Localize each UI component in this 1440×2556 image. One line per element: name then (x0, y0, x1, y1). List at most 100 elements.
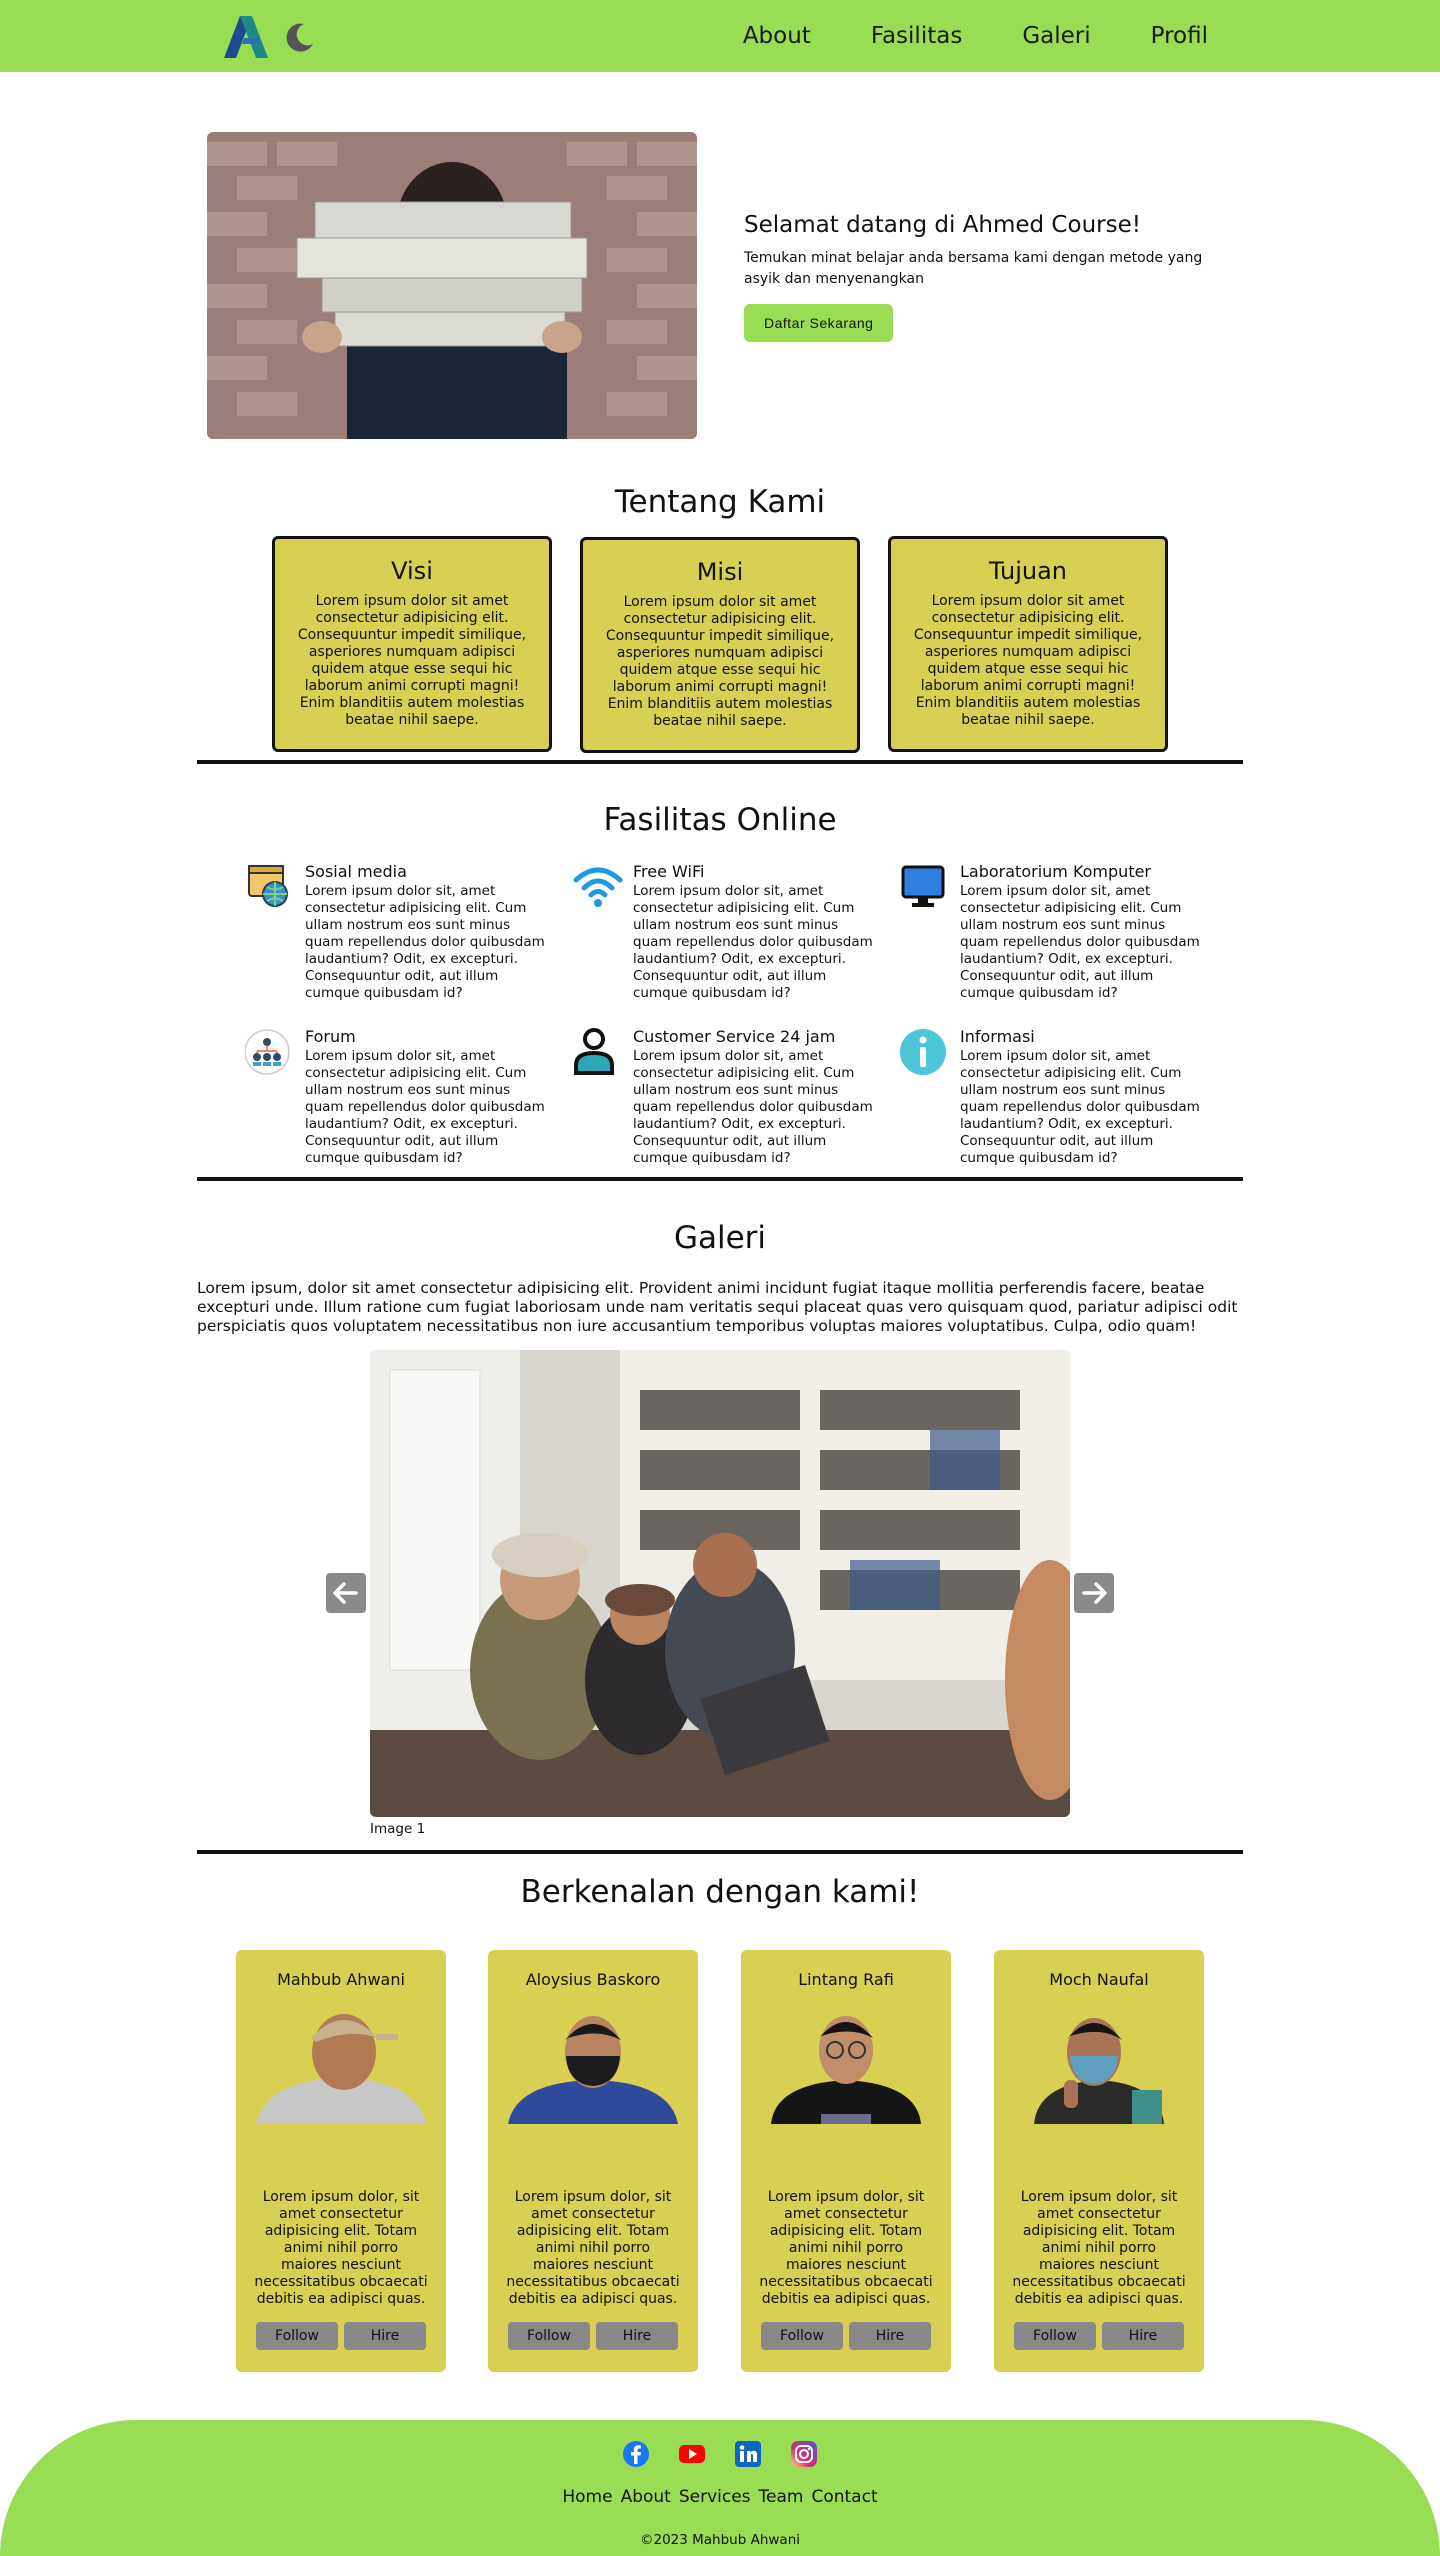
hire-button[interactable]: Hire (596, 2322, 678, 2350)
member-name: Aloysius Baskoro (525, 1970, 661, 1989)
facility-title: Laboratorium Komputer (960, 862, 1152, 881)
arrow-right-icon (1082, 1582, 1107, 1604)
hire-button[interactable]: Hire (344, 2322, 426, 2350)
footer-link-team[interactable]: Team (759, 2487, 804, 2507)
member-actions: Follow Hire (508, 2322, 678, 2350)
follow-button[interactable]: Follow (508, 2322, 590, 2350)
card-text: Lorem ipsum dolor sit amet consectetur a… (605, 594, 835, 729)
footer-link-about[interactable]: About (621, 2487, 671, 2507)
footer-links: Home About Services Team Contact (0, 2487, 1440, 2507)
prev-arrow-button[interactable] (326, 1573, 366, 1613)
footer: Home About Services Team Contact ©2023 M… (0, 2420, 1440, 2556)
hero-title: Selamat datang di Ahmed Course! (744, 212, 1141, 238)
facility-text: Lorem ipsum dolor sit, amet consectetur … (960, 883, 1200, 1001)
team-card: Lintang Rafi Lorem ipsum dolor, sit amet… (741, 1950, 951, 2372)
nav-link-about[interactable]: About (743, 23, 811, 49)
facility-text: Lorem ipsum dolor sit, amet consectetur … (633, 1048, 873, 1166)
member-name: Mahbub Ahwani (277, 1970, 405, 1989)
globe-browser-icon (248, 865, 288, 907)
card-visi: Visi Lorem ipsum dolor sit amet consecte… (272, 536, 552, 752)
facility-title: Free WiFi (633, 862, 705, 881)
page: About Fasilitas Galeri Profil Selamat da… (0, 0, 1440, 2556)
facility-title: Informasi (960, 1027, 1035, 1046)
facility-text: Lorem ipsum dolor sit, amet consectetur … (633, 883, 873, 1001)
section-divider (197, 760, 1243, 764)
social-icons (0, 2440, 1440, 2468)
linkedin-icon[interactable] (734, 2440, 762, 2468)
facility-text: Lorem ipsum dolor sit, amet consectetur … (305, 1048, 545, 1166)
member-bio: Lorem ipsum dolor, sit amet consectetur … (506, 2189, 680, 2307)
next-arrow-button[interactable] (1074, 1573, 1114, 1613)
card-title: Misi (696, 558, 744, 586)
hero-section: Selamat datang di Ahmed Course! Temukan … (0, 72, 1440, 439)
hero-description: Temukan minat belajar anda bersama kami … (744, 250, 1203, 287)
facility-title: Forum (305, 1027, 356, 1046)
team-card: Aloysius Baskoro Lorem ipsum dolor, sit … (488, 1950, 698, 2372)
arrow-left-icon (333, 1582, 358, 1604)
member-bio: Lorem ipsum dolor, sit amet consectetur … (759, 2189, 933, 2307)
register-now-button[interactable]: Daftar Sekarang (744, 304, 894, 342)
footer-link-services[interactable]: Services (679, 2487, 751, 2507)
monitor-icon (901, 865, 945, 907)
facebook-icon[interactable] (622, 2440, 650, 2468)
nav-link-profil[interactable]: Profil (1151, 23, 1208, 49)
nav-links: About Fasilitas Galeri Profil (743, 0, 1440, 72)
card-text: Lorem ipsum dolor sit amet consectetur a… (913, 593, 1143, 728)
navbar: About Fasilitas Galeri Profil (0, 0, 1440, 72)
nav-link-fasilitas[interactable]: Fasilitas (871, 23, 962, 49)
card-title: Visi (391, 557, 433, 585)
nav-link-galeri[interactable]: Galeri (1022, 23, 1090, 49)
facility-body: Forum Lorem ipsum dolor sit, amet consec… (305, 1027, 550, 1167)
member-bio: Lorem ipsum dolor, sit amet consectetur … (1012, 2189, 1186, 2307)
member-bio: Lorem ipsum dolor, sit amet consectetur … (254, 2189, 428, 2307)
about-title: Tentang Kami (614, 484, 826, 520)
user-icon (574, 1028, 614, 1075)
gallery-description: Lorem ipsum, dolor sit amet consectetur … (197, 1279, 1238, 1335)
facility-body: Sosial media Lorem ipsum dolor sit, amet… (305, 862, 550, 1002)
facility-text: Lorem ipsum dolor sit, amet consectetur … (305, 883, 545, 1001)
youtube-icon[interactable] (678, 2440, 706, 2468)
member-actions: Follow Hire (1014, 2322, 1184, 2350)
instagram-icon[interactable] (790, 2440, 818, 2468)
footer-link-home[interactable]: Home (562, 2487, 612, 2507)
member-actions: Follow Hire (761, 2322, 931, 2350)
facility-body: Customer Service 24 jam Lorem ipsum dolo… (633, 1027, 878, 1167)
member-actions: Follow Hire (256, 2322, 426, 2350)
member-name: Moch Naufal (1049, 1970, 1149, 1989)
gallery-title: Galeri (673, 1220, 767, 1256)
moon-icon[interactable] (282, 20, 316, 54)
card-tujuan: Tujuan Lorem ipsum dolor sit amet consec… (888, 536, 1168, 752)
facilities-title: Fasilitas Online (603, 802, 837, 838)
team-card: Mahbub Ahwani Lorem ipsum dolor, sit ame… (236, 1950, 446, 2372)
team-card: Moch Naufal Lorem ipsum dolor, sit amet … (994, 1950, 1204, 2372)
member-photo (771, 2016, 921, 2124)
member-photo (1034, 2018, 1164, 2124)
facility-body: Free WiFi Lorem ipsum dolor sit, amet co… (633, 862, 878, 1002)
hero-books-photo (207, 132, 697, 439)
follow-button[interactable]: Follow (256, 2322, 338, 2350)
copyright-text: ©2023 Mahbub Ahwani (639, 2532, 801, 2548)
card-title: Tujuan (988, 557, 1068, 585)
footer-link-contact[interactable]: Contact (811, 2487, 877, 2507)
team-title: Berkenalan dengan kami! (520, 1874, 920, 1910)
info-icon (900, 1029, 946, 1075)
follow-button[interactable]: Follow (761, 2322, 843, 2350)
facility-body: Informasi Lorem ipsum dolor sit, amet co… (960, 1027, 1205, 1167)
hire-button[interactable]: Hire (849, 2322, 931, 2350)
gallery-image (370, 1350, 1070, 1817)
wifi-icon (573, 867, 623, 907)
hero-text: Selamat datang di Ahmed Course! Temukan … (744, 212, 1234, 342)
card-misi: Misi Lorem ipsum dolor sit amet consecte… (580, 537, 860, 753)
hire-button[interactable]: Hire (1102, 2322, 1184, 2350)
facility-title: Customer Service 24 jam (633, 1027, 836, 1046)
facility-text: Lorem ipsum dolor sit, amet consectetur … (960, 1048, 1200, 1166)
follow-button[interactable]: Follow (1014, 2322, 1096, 2350)
member-photo (508, 2016, 678, 2124)
member-name: Lintang Rafi (798, 1970, 894, 1989)
ahmed-course-logo[interactable] (222, 14, 272, 58)
group-hierarchy-icon (245, 1029, 290, 1075)
member-photo (256, 2014, 426, 2124)
section-divider (197, 1177, 1243, 1181)
facility-title: Sosial media (305, 862, 407, 881)
facility-body: Laboratorium Komputer Lorem ipsum dolor … (960, 862, 1205, 1002)
